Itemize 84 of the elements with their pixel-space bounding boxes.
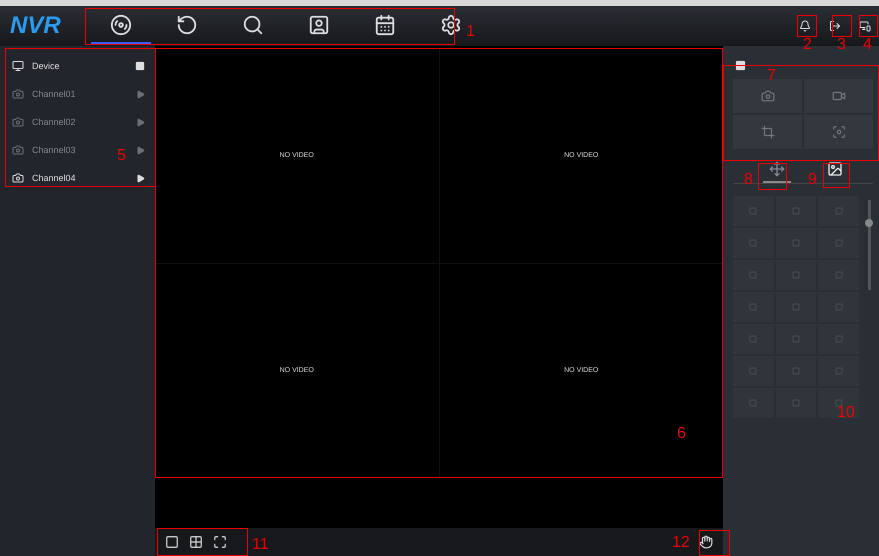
fullscreen-icon	[213, 535, 227, 549]
hand-button[interactable]	[697, 533, 715, 551]
play-icon	[136, 90, 145, 98]
square-icon	[792, 239, 800, 247]
ptz-button[interactable]	[818, 388, 859, 418]
square-icon	[834, 207, 843, 215]
logout-icon	[829, 20, 841, 32]
alarm-button[interactable]	[797, 18, 813, 34]
calendar-icon	[374, 14, 396, 36]
callout-number: 5	[117, 148, 126, 164]
quad-view-icon	[189, 535, 203, 549]
camera-icon	[12, 88, 24, 100]
playback-icon	[176, 14, 198, 36]
square-icon	[749, 367, 758, 375]
crop-button[interactable]	[733, 115, 802, 149]
callout-number: 12	[672, 535, 690, 551]
callout-number: 9	[808, 172, 817, 188]
fullscreen-button[interactable]	[211, 533, 229, 551]
square-icon	[834, 367, 843, 375]
slider-thumb[interactable]	[865, 218, 873, 226]
square-icon	[834, 271, 843, 279]
callout-number: 2	[803, 37, 812, 53]
callout-box	[859, 15, 878, 37]
callout-number: 8	[744, 172, 753, 188]
crop-icon	[760, 125, 774, 139]
person-icon	[308, 14, 330, 36]
focus-icon	[832, 125, 846, 139]
channel-label[interactable]: Channel04	[32, 173, 76, 183]
video-camera-icon	[832, 89, 846, 103]
image-icon	[827, 161, 843, 177]
play-icon	[136, 146, 145, 154]
square-icon	[749, 207, 758, 215]
square-icon	[834, 399, 843, 407]
callout-number: 4	[863, 37, 872, 53]
square-icon	[749, 271, 758, 279]
square-icon	[834, 335, 843, 343]
callout-box	[832, 15, 852, 37]
single-view-icon	[165, 535, 179, 549]
callout-number: 11	[252, 537, 269, 553]
square-icon	[792, 303, 800, 311]
square-icon	[135, 61, 145, 71]
single-view-button[interactable]	[163, 533, 181, 551]
callout-number: 7	[767, 68, 776, 84]
camera-icon	[12, 116, 24, 128]
speed-slider[interactable]	[865, 200, 873, 290]
nvr-logo: NVR	[10, 12, 61, 40]
square-icon	[834, 239, 843, 247]
play-icon	[136, 118, 145, 126]
device-label[interactable]: Device	[32, 61, 60, 71]
square-icon	[792, 335, 800, 343]
callout-box	[823, 163, 850, 188]
callout-number: 10	[837, 405, 855, 421]
play-icon	[136, 174, 145, 182]
square-icon	[834, 303, 843, 311]
live-view-icon	[110, 14, 132, 36]
square-icon	[792, 207, 800, 215]
callout-box	[699, 530, 730, 556]
record-button[interactable]	[804, 79, 873, 113]
callout-number: 1	[466, 24, 475, 40]
square-icon	[792, 271, 800, 279]
square-icon	[749, 399, 758, 407]
camera-icon	[12, 144, 24, 156]
square-icon	[749, 239, 758, 247]
screens-icon	[859, 20, 871, 32]
snapshot-button[interactable]	[733, 79, 802, 113]
callout-number: 3	[837, 37, 846, 53]
monitor-icon	[12, 60, 24, 72]
square-icon	[792, 367, 800, 375]
square-icon	[792, 399, 800, 407]
camera-icon	[760, 89, 774, 103]
square-icon	[749, 303, 758, 311]
callout-number: 6	[677, 426, 686, 442]
search-icon	[242, 14, 264, 36]
bell-icon	[799, 20, 811, 32]
camera-icon	[12, 172, 24, 184]
callout-box	[758, 163, 787, 190]
logout-button[interactable]	[827, 18, 843, 34]
quad-view-button[interactable]	[187, 533, 205, 551]
focus-button[interactable]	[804, 115, 873, 149]
callout-box	[797, 15, 817, 37]
settings-icon	[440, 14, 462, 36]
move-arrows-icon	[769, 161, 785, 177]
hand-icon	[699, 535, 713, 549]
square-icon	[749, 335, 758, 343]
